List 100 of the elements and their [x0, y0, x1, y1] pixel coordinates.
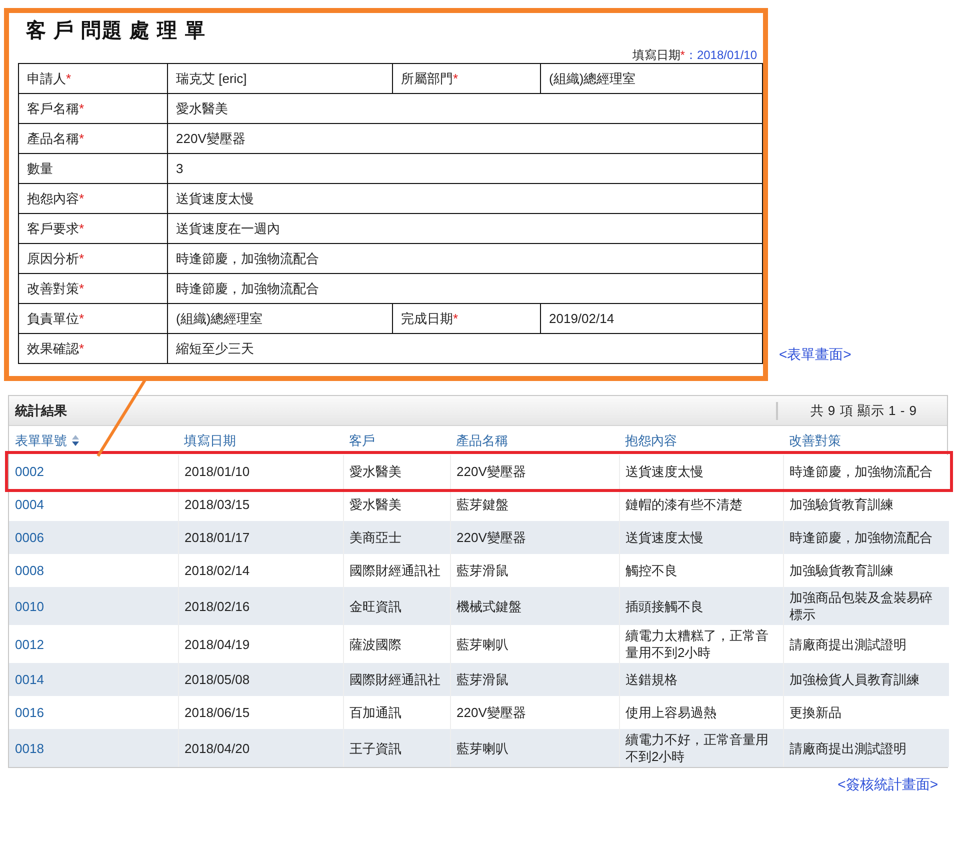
field-label: 改善對策 — [27, 280, 79, 296]
form-id-link[interactable]: 0010 — [15, 598, 44, 614]
form-id-link[interactable]: 0006 — [15, 530, 44, 545]
field-value: 2019/02/14 — [540, 304, 762, 334]
required-mark: * — [680, 48, 685, 62]
table-row[interactable]: 0014 2018/05/08 國際財經通訊社 藍芽滑鼠 送錯規格 加強檢貨人員教育訓練 — [9, 663, 949, 696]
column-header[interactable]: 產品名稱 — [450, 426, 619, 455]
field-label: 申請人 — [27, 70, 66, 86]
table-cell: 送錯規格 — [619, 663, 783, 696]
field-value: 時逢節慶，加強物流配合 — [168, 244, 762, 274]
table-cell: 送貨速度太慢 — [619, 455, 783, 488]
table-cell: 觸控不良 — [619, 554, 783, 587]
field-label: 負責單位 — [27, 310, 79, 326]
table-cell: 鏈帽的漆有些不清楚 — [619, 488, 783, 521]
table-cell: 百加通訊 — [343, 696, 450, 729]
table-cell: 愛水醫美 — [343, 455, 450, 488]
column-header[interactable]: 客戶 — [343, 426, 450, 455]
required-mark: * — [79, 310, 84, 326]
field-value: 送貨速度在一週內 — [168, 214, 762, 244]
table-cell: 藍芽喇叭 — [450, 625, 619, 663]
column-header[interactable]: 抱怨內容 — [619, 426, 783, 455]
form-id-link[interactable]: 0018 — [15, 740, 44, 756]
table-cell: 愛水醫美 — [343, 488, 450, 521]
table-cell: 使用上容易過熱 — [619, 696, 783, 729]
table-row[interactable]: 0002 2018/01/10 愛水醫美 220V變壓器 送貨速度太慢 時逢節慶，加強物流配合 — [9, 455, 949, 488]
table-cell: 藍芽鍵盤 — [450, 488, 619, 521]
form-title: 客 戶 問題 處 理 單 — [25, 19, 207, 43]
table-row[interactable]: 0018 2018/04/20 王子資訊 藍芽喇叭 續電力不好，正常音量用不到2小時 請廠商提出測試證明 — [9, 729, 949, 767]
table-row[interactable]: 0010 2018/02/16 金旺資訊 機械式鍵盤 插頭接觸不良 加強商品包裝及盒裝易碎標示 — [9, 587, 949, 625]
field-label: 所屬部門 — [401, 70, 453, 86]
sort-icon[interactable] — [72, 434, 79, 446]
column-header[interactable]: 表單單號 — [9, 426, 178, 455]
required-mark: * — [79, 220, 84, 236]
field-label: 抱怨內容 — [27, 190, 79, 206]
table-row[interactable]: 0016 2018/06/15 百加通訊 220V變壓器 使用上容易過熱 更換新品 — [9, 696, 949, 729]
table-cell: 時逢節慶，加強物流配合 — [783, 521, 949, 554]
field-label: 客戶名稱 — [27, 100, 79, 116]
column-header[interactable]: 改善對策 — [783, 426, 949, 455]
table-cell: 藍芽滑鼠 — [450, 663, 619, 696]
form-id-link[interactable]: 0012 — [15, 636, 44, 652]
form-link[interactable]: <表單畫面> — [779, 346, 852, 364]
table-cell: 2018/03/15 — [178, 488, 343, 521]
table-cell: 續電力不好，正常音量用不到2小時 — [619, 729, 783, 767]
field-label: 完成日期 — [401, 310, 453, 326]
table-cell: 2018/01/10 — [178, 455, 343, 488]
table-cell: 加強檢貨人員教育訓練 — [783, 663, 949, 696]
form-id-link[interactable]: 0016 — [15, 705, 44, 720]
table-cell: 機械式鍵盤 — [450, 587, 619, 625]
table-cell: 2018/04/20 — [178, 729, 343, 767]
table-cell: 2018/05/08 — [178, 663, 343, 696]
table-row[interactable]: 0006 2018/01/17 美商亞士 220V變壓器 送貨速度太慢 時逢節慶，加強物流配合 — [9, 521, 949, 554]
field-label: 原因分析 — [27, 250, 79, 266]
required-mark: * — [79, 130, 84, 146]
required-mark: * — [79, 280, 84, 296]
table-row[interactable]: 0008 2018/02/14 國際財經通訊社 藍芽滑鼠 觸控不良 加強驗貨教育訓練 — [9, 554, 949, 587]
field-label: 數量 — [27, 160, 53, 176]
field-value: 3 — [168, 154, 762, 184]
table-cell: 220V變壓器 — [450, 696, 619, 729]
table-cell: 220V變壓器 — [450, 455, 619, 488]
field-label: 效果確認 — [27, 340, 79, 356]
field-label: 客戶要求 — [27, 220, 79, 236]
table-cell: 國際財經通訊社 — [343, 554, 450, 587]
table-cell: 插頭接觸不良 — [619, 587, 783, 625]
date-value: ：2018/01/10 — [684, 48, 757, 62]
field-value: 縮短至少三天 — [168, 334, 762, 364]
table-cell: 國際財經通訊社 — [343, 663, 450, 696]
table-cell: 加強驗貨教育訓練 — [783, 554, 949, 587]
table-cell: 2018/02/16 — [178, 587, 343, 625]
table-cell: 金旺資訊 — [343, 587, 450, 625]
results-count: 共 9 項 顯示 1 - 9 — [776, 402, 947, 420]
table-cell: 王子資訊 — [343, 729, 450, 767]
table-cell: 加強驗貨教育訓練 — [783, 488, 949, 521]
table-cell: 續電力太糟糕了，正常音量用不到2小時 — [619, 625, 783, 663]
table-row[interactable]: 0012 2018/04/19 薩波國際 藍芽喇叭 續電力太糟糕了，正常音量用不到2小時 請廠商提出測試證明 — [9, 625, 949, 663]
table-cell: 時逢節慶，加強物流配合 — [783, 455, 949, 488]
form-id-link[interactable]: 0014 — [15, 672, 44, 687]
table-cell: 220V變壓器 — [450, 521, 619, 554]
required-mark: * — [79, 100, 84, 116]
date-label: 填寫日期 — [632, 48, 680, 62]
table-cell: 藍芽喇叭 — [450, 729, 619, 767]
table-cell: 藍芽滑鼠 — [450, 554, 619, 587]
table-cell: 送貨速度太慢 — [619, 521, 783, 554]
form-id-link[interactable]: 0008 — [15, 563, 44, 578]
table-cell: 加強商品包裝及盒裝易碎標示 — [783, 587, 949, 625]
column-header[interactable]: 填寫日期 — [178, 426, 343, 455]
table-row[interactable]: 0004 2018/03/15 愛水醫美 藍芽鍵盤 鏈帽的漆有些不清楚 加強驗貨教育訓練 — [9, 488, 949, 521]
field-value: (組織)總經理室 — [540, 64, 762, 94]
form-id-link[interactable]: 0002 — [15, 464, 44, 479]
required-mark: * — [79, 190, 84, 206]
results-link[interactable]: <簽核統計畫面> — [838, 776, 938, 794]
field-value: 送貨速度太慢 — [168, 184, 762, 214]
table-cell: 2018/06/15 — [178, 696, 343, 729]
table-cell: 美商亞士 — [343, 521, 450, 554]
form-id-link[interactable]: 0004 — [15, 497, 44, 512]
table-cell: 薩波國際 — [343, 625, 450, 663]
required-mark: * — [66, 70, 72, 86]
table-cell: 2018/02/14 — [178, 554, 343, 587]
field-value: (組織)總經理室 — [168, 304, 392, 334]
field-value: 愛水醫美 — [168, 94, 762, 124]
results-title: 統計結果 — [14, 402, 67, 420]
